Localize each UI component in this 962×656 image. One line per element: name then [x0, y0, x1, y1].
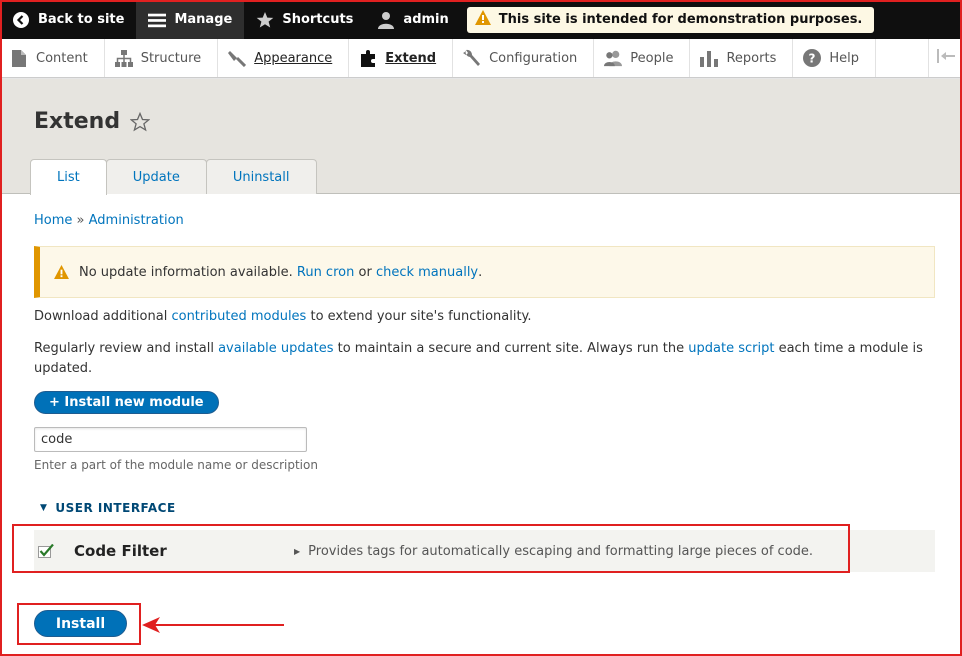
module-description-toggle[interactable]: ▶ Provides tags for automatically escapi…: [294, 544, 813, 559]
people-icon: [604, 49, 623, 67]
install-new-module-button[interactable]: + Install new module: [34, 391, 219, 414]
reports-icon: [700, 49, 719, 67]
module-name: Code Filter: [74, 542, 167, 560]
warning-message-end: .: [478, 264, 483, 280]
page-header: Extend List Update Uninstall: [2, 79, 960, 195]
appearance-icon: [228, 49, 247, 67]
group-user-interface-label: USER INTERFACE: [55, 501, 176, 515]
update-script-link[interactable]: update script: [688, 341, 774, 356]
back-to-site-link[interactable]: Back to site: [0, 0, 136, 39]
warning-message-or: or: [358, 264, 372, 280]
page-title: Extend: [34, 109, 151, 134]
tab-update[interactable]: Update: [105, 159, 207, 194]
check-manually-link[interactable]: check manually: [376, 265, 478, 280]
tray-item-help-label: Help: [829, 50, 859, 66]
admin-toolbar: Back to site Manage Shortcuts admin This…: [0, 0, 962, 39]
tray-item-appearance-label: Appearance: [254, 50, 333, 66]
tray-item-people[interactable]: People: [594, 39, 691, 77]
breadcrumb-home[interactable]: Home: [34, 213, 72, 228]
install-button[interactable]: Install: [34, 610, 127, 637]
menu-icon: [148, 11, 167, 29]
breadcrumb-separator: »: [76, 213, 85, 228]
content-icon: [10, 49, 28, 67]
demo-notice: This site is intended for demonstration …: [466, 6, 875, 33]
module-row-code-filter: Code Filter ▶ Provides tags for automati…: [34, 530, 935, 572]
para1-before: Download additional: [34, 309, 168, 324]
install-new-module-label: + Install new module: [49, 395, 204, 410]
annotation-arrow-icon: [140, 614, 286, 638]
install-button-label: Install: [55, 615, 106, 632]
tray-item-reports[interactable]: Reports: [690, 39, 794, 77]
tab-list-label: List: [57, 170, 80, 185]
structure-icon: [114, 49, 133, 67]
tray-item-help[interactable]: ? Help: [793, 39, 876, 77]
warning-icon: [54, 265, 69, 279]
manage-label: Manage: [174, 12, 233, 27]
back-arrow-icon: [12, 11, 30, 29]
para2-middle: to maintain a secure and current site. A…: [337, 341, 685, 356]
user-icon: [377, 11, 395, 29]
shortcut-star-icon[interactable]: [130, 111, 151, 132]
extend-icon: [359, 49, 377, 67]
tray-item-content-label: Content: [36, 50, 88, 66]
user-tab[interactable]: admin: [365, 0, 460, 39]
shortcuts-tab[interactable]: Shortcuts: [244, 0, 365, 39]
tray-item-reports-label: Reports: [726, 50, 777, 66]
warning-message-text: No update information available.: [79, 264, 293, 280]
tray-item-content[interactable]: Content: [0, 39, 105, 77]
download-paragraph: Download additional contributed modules …: [34, 309, 532, 324]
wrench-icon: [463, 49, 481, 67]
tab-uninstall-label: Uninstall: [232, 169, 290, 185]
tab-update-label: Update: [132, 169, 180, 185]
admin-tray: Content Structure Appearance Extend Conf…: [0, 39, 962, 78]
tray-item-structure[interactable]: Structure: [105, 39, 219, 77]
warning-message: No update information available. Run cro…: [34, 246, 935, 298]
tray-item-extend-label: Extend: [385, 50, 437, 66]
tray-item-people-label: People: [630, 50, 674, 66]
star-icon: [256, 11, 274, 29]
breadcrumb-administration[interactable]: Administration: [89, 213, 184, 228]
demo-notice-text: This site is intended for demonstration …: [498, 12, 863, 27]
svg-text:?: ?: [809, 52, 816, 66]
tray-item-configuration-label: Configuration: [489, 50, 578, 66]
available-updates-link[interactable]: available updates: [218, 341, 333, 356]
tray-orientation-toggle[interactable]: [928, 39, 962, 77]
page-title-text: Extend: [34, 109, 121, 134]
breadcrumb: Home » Administration: [34, 213, 184, 228]
tray-item-extend[interactable]: Extend: [349, 39, 454, 77]
tray-item-structure-label: Structure: [140, 50, 202, 66]
help-icon: ?: [803, 49, 822, 67]
module-filter-input[interactable]: [34, 427, 307, 452]
warning-icon: [474, 10, 491, 29]
expand-triangle-icon: ▼: [40, 503, 48, 513]
run-cron-link[interactable]: Run cron: [297, 265, 354, 280]
tab-list[interactable]: List: [30, 159, 107, 195]
review-paragraph: Regularly review and install available u…: [34, 339, 934, 379]
tab-uninstall[interactable]: Uninstall: [205, 159, 317, 194]
module-description: Provides tags for automatically escaping…: [308, 543, 814, 559]
expand-triangle-icon: ▶: [294, 546, 301, 556]
back-to-site-label: Back to site: [38, 12, 125, 27]
manage-tab[interactable]: Manage: [136, 0, 245, 39]
filter-description: Enter a part of the module name or descr…: [34, 458, 318, 472]
shortcuts-label: Shortcuts: [282, 12, 354, 27]
tray-item-appearance[interactable]: Appearance: [218, 39, 350, 77]
local-tabs: List Update Uninstall: [30, 159, 317, 195]
contributed-modules-link[interactable]: contributed modules: [171, 309, 306, 324]
collapse-icon: [936, 49, 955, 67]
para1-after: to extend your site's functionality.: [310, 309, 532, 324]
user-label: admin: [403, 12, 449, 27]
para2-before: Regularly review and install: [34, 341, 214, 356]
tray-item-configuration[interactable]: Configuration: [453, 39, 595, 77]
module-checkbox[interactable]: [38, 544, 54, 558]
group-user-interface[interactable]: ▼ USER INTERFACE: [40, 501, 176, 515]
